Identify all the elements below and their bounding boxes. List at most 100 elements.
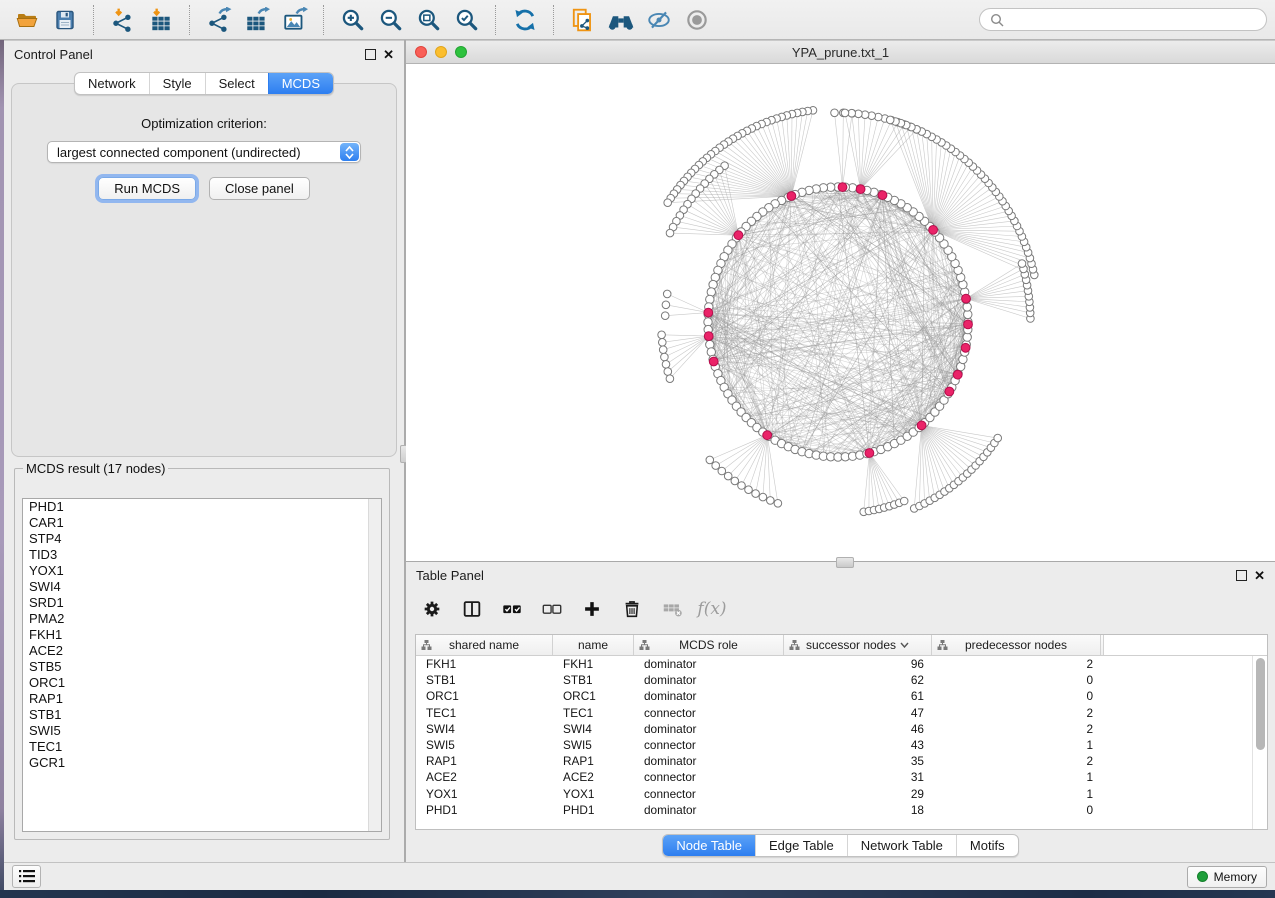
tab-network[interactable]: Network bbox=[75, 73, 149, 94]
network-leaf-node[interactable] bbox=[774, 500, 782, 508]
table-row[interactable]: TEC1TEC1connector472 bbox=[416, 705, 1267, 721]
network-leaf-node[interactable] bbox=[841, 109, 849, 117]
table-row[interactable]: RAP1RAP1dominator352 bbox=[416, 753, 1267, 769]
column-header-predecessor-nodes[interactable]: predecessor nodes bbox=[932, 635, 1101, 655]
mcds-result-item[interactable]: CAR1 bbox=[23, 515, 381, 531]
mcds-result-item[interactable]: PMA2 bbox=[23, 611, 381, 627]
import-network-icon[interactable] bbox=[104, 3, 142, 37]
tab-network-table[interactable]: Network Table bbox=[847, 835, 956, 856]
network-leaf-node[interactable] bbox=[661, 353, 669, 361]
network-mcds-node[interactable] bbox=[961, 343, 970, 352]
mcds-result-item[interactable]: SWI4 bbox=[23, 579, 381, 595]
zoom-out-icon[interactable] bbox=[372, 3, 410, 37]
network-leaf-node[interactable] bbox=[663, 290, 671, 298]
network-mcds-node[interactable] bbox=[704, 308, 713, 317]
network-mcds-node[interactable] bbox=[865, 449, 874, 458]
table-row[interactable]: ACE2ACE2connector311 bbox=[416, 769, 1267, 785]
zoom-in-icon[interactable] bbox=[334, 3, 372, 37]
tab-motifs[interactable]: Motifs bbox=[956, 835, 1018, 856]
export-table-icon[interactable] bbox=[238, 3, 276, 37]
show-all-icon[interactable] bbox=[678, 3, 716, 37]
network-leaf-node[interactable] bbox=[738, 482, 746, 490]
column-header-name[interactable]: name bbox=[553, 635, 634, 655]
float-panel-icon[interactable] bbox=[365, 49, 376, 60]
run-mcds-button[interactable]: Run MCDS bbox=[98, 177, 196, 200]
network-leaf-node[interactable] bbox=[662, 301, 670, 309]
mcds-result-item[interactable]: STB1 bbox=[23, 707, 381, 723]
mcds-result-item[interactable]: ACE2 bbox=[23, 643, 381, 659]
network-leaf-node[interactable] bbox=[658, 331, 666, 339]
network-leaf-node[interactable] bbox=[767, 497, 775, 505]
network-leaf-node[interactable] bbox=[994, 434, 1002, 442]
tab-node-table[interactable]: Node Table bbox=[663, 835, 755, 856]
close-table-panel-icon[interactable]: ✕ bbox=[1254, 571, 1265, 581]
network-leaf-node[interactable] bbox=[752, 490, 760, 498]
network-mcds-node[interactable] bbox=[856, 185, 865, 194]
column-header-shared-name[interactable]: shared name bbox=[416, 635, 553, 655]
tab-select[interactable]: Select bbox=[205, 73, 268, 94]
network-leaf-node[interactable] bbox=[661, 312, 669, 320]
network-mcds-node[interactable] bbox=[704, 332, 713, 341]
float-table-panel-icon[interactable] bbox=[1236, 570, 1247, 581]
network-leaf-node[interactable] bbox=[724, 472, 732, 480]
table-row[interactable]: YOX1YOX1connector291 bbox=[416, 786, 1267, 802]
mcds-result-item[interactable]: ORC1 bbox=[23, 675, 381, 691]
mcds-result-item[interactable]: RAP1 bbox=[23, 691, 381, 707]
select-all-icon[interactable] bbox=[494, 592, 530, 626]
network-mcds-node[interactable] bbox=[734, 231, 743, 240]
network-leaf-node[interactable] bbox=[659, 346, 667, 354]
network-mcds-node[interactable] bbox=[962, 294, 971, 303]
column-header-successor-nodes[interactable]: successor nodes bbox=[784, 635, 932, 655]
mcds-result-item[interactable]: FKH1 bbox=[23, 627, 381, 643]
mcds-result-item[interactable]: GCR1 bbox=[23, 755, 381, 771]
mcds-result-item[interactable]: YOX1 bbox=[23, 563, 381, 579]
close-panel-icon[interactable]: ✕ bbox=[383, 50, 394, 60]
tab-edge-table[interactable]: Edge Table bbox=[755, 835, 847, 856]
mcds-result-item[interactable]: SRD1 bbox=[23, 595, 381, 611]
mcds-list-scrollbar[interactable] bbox=[368, 499, 381, 831]
table-scrollbar[interactable] bbox=[1252, 656, 1267, 829]
save-session-icon[interactable] bbox=[46, 3, 84, 37]
tab-mcds[interactable]: MCDS bbox=[268, 73, 333, 94]
network-leaf-node[interactable] bbox=[759, 493, 767, 501]
import-table-icon[interactable] bbox=[142, 3, 180, 37]
table-row[interactable]: SWI4SWI4dominator462 bbox=[416, 721, 1267, 737]
add-column-icon[interactable] bbox=[574, 592, 610, 626]
network-mcds-node[interactable] bbox=[763, 431, 772, 440]
table-row[interactable]: SWI5SWI5connector431 bbox=[416, 737, 1267, 753]
criterion-select[interactable]: largest connected component (undirected) bbox=[47, 141, 361, 163]
mcds-result-item[interactable]: STP4 bbox=[23, 531, 381, 547]
search-input[interactable] bbox=[979, 8, 1267, 31]
mcds-result-item[interactable]: TEC1 bbox=[23, 739, 381, 755]
refresh-icon[interactable] bbox=[506, 3, 544, 37]
network-leaf-node[interactable] bbox=[1018, 260, 1026, 268]
network-leaf-node[interactable] bbox=[706, 456, 714, 464]
export-image-icon[interactable] bbox=[276, 3, 314, 37]
network-leaf-node[interactable] bbox=[662, 361, 670, 369]
network-leaf-node[interactable] bbox=[900, 497, 908, 505]
network-leaf-node[interactable] bbox=[664, 199, 672, 207]
network-leaf-node[interactable] bbox=[731, 477, 739, 485]
network-mcds-node[interactable] bbox=[964, 320, 973, 329]
open-file-icon[interactable] bbox=[8, 3, 46, 37]
network-mcds-node[interactable] bbox=[787, 192, 796, 201]
network-leaf-node[interactable] bbox=[659, 339, 667, 347]
search-network-icon[interactable] bbox=[602, 3, 640, 37]
delete-columns-icon[interactable] bbox=[614, 592, 650, 626]
network-leaf-node[interactable] bbox=[666, 375, 674, 383]
network-leaf-node[interactable] bbox=[712, 462, 720, 470]
hide-selected-icon[interactable] bbox=[640, 3, 678, 37]
network-leaf-node[interactable] bbox=[666, 229, 674, 237]
search-field[interactable] bbox=[1009, 12, 1256, 28]
mcds-result-item[interactable]: PHD1 bbox=[23, 499, 381, 515]
share-document-icon[interactable] bbox=[564, 3, 602, 37]
table-mode-gear-icon[interactable] bbox=[414, 592, 450, 626]
table-row[interactable]: FKH1FKH1dominator962 bbox=[416, 656, 1267, 672]
table-row[interactable]: ORC1ORC1dominator610 bbox=[416, 688, 1267, 704]
network-leaf-node[interactable] bbox=[664, 368, 672, 376]
close-panel-button[interactable]: Close panel bbox=[209, 177, 310, 200]
network-mcds-node[interactable] bbox=[953, 370, 962, 379]
tab-style[interactable]: Style bbox=[149, 73, 205, 94]
network-leaf-node[interactable] bbox=[886, 116, 894, 124]
network-mcds-node[interactable] bbox=[945, 387, 954, 396]
